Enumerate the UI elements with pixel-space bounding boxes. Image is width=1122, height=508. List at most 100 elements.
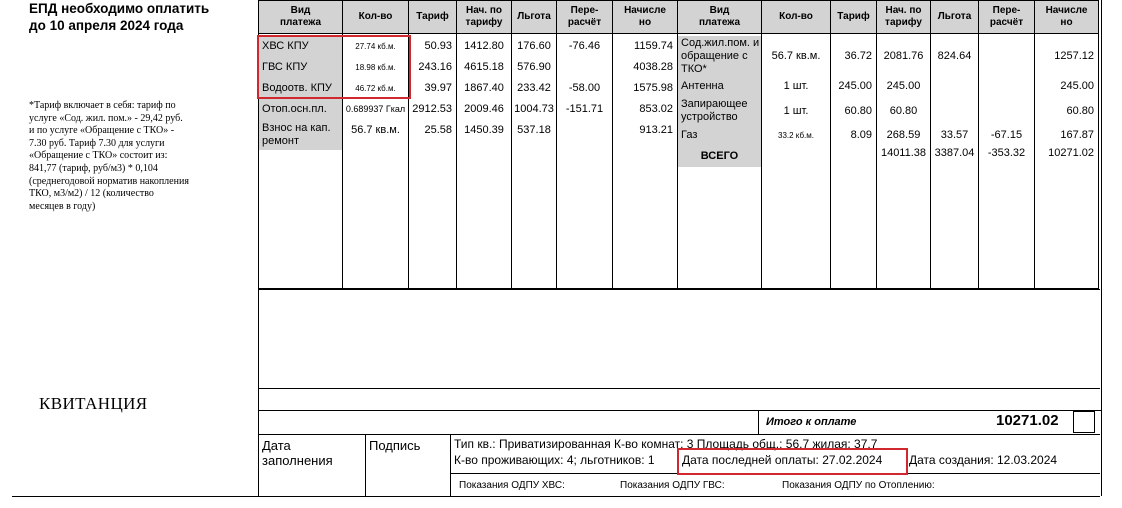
header-row: Вид платежа Кол-во Тариф Нач. по тарифу Ль… xyxy=(258,0,1099,34)
qty-value: 1 шт. xyxy=(783,105,809,117)
signature-label: Подпись xyxy=(369,438,421,453)
qty-value: 0.689937 Гкал xyxy=(345,104,406,114)
due-notice-line-1: ЕПД необходимо оплатить xyxy=(29,1,210,16)
accrued-value: 245.00 xyxy=(1060,80,1094,92)
service-name: Отоп.осн.пл. xyxy=(259,99,342,120)
odpu-heating-label: Показания ОДПУ по Отоплению: xyxy=(782,480,935,491)
header-qty: Кол-во xyxy=(761,0,831,34)
total-recalc: -353.32 xyxy=(987,147,1026,159)
accrued-tariff-value: 1867.40 xyxy=(464,82,504,94)
accrued-tariff-value: 60.80 xyxy=(889,105,918,117)
tariff-value: 8.09 xyxy=(850,129,872,141)
right-accrued-column: 1257.12 245.00 60.80 167.87 10271.02 xyxy=(1034,33,1099,289)
total-discount: 3387.04 xyxy=(934,147,975,159)
discount-value: 824.64 xyxy=(937,50,972,62)
header-accrued-tariff: Нач. по тарифу xyxy=(876,0,931,34)
header-type: Вид платежа xyxy=(677,0,762,34)
header-recalc: Пере-расчёт xyxy=(556,0,613,34)
left-discount-column: 176.60 576.90 233.42 1004.73 537.18 xyxy=(511,33,557,289)
due-notice: ЕПД необходимо оплатить до 10 апреля 202… xyxy=(29,0,209,34)
separator xyxy=(258,289,1100,290)
footnote-line: 841,77 (тариф, руб/м3) * 0,104 xyxy=(29,162,158,174)
footnote-line: месяцев в году) xyxy=(29,200,96,212)
recalc-value: -58.00 xyxy=(568,82,601,94)
left-recalc-column: -76.46 -58.00 -151.71 xyxy=(556,33,613,289)
residents-info: К-во проживающих: 4; льготников: 1 xyxy=(454,453,655,467)
footnote-line: «Обращение с ТКО» состоит из: xyxy=(29,150,168,162)
qty-value: 56.7 кв.м. xyxy=(771,50,821,62)
tariff-value: 39.97 xyxy=(424,82,452,94)
accrued-value: 167.87 xyxy=(1060,129,1094,141)
right-discount-column: 824.64 33.57 3387.04 xyxy=(930,33,979,289)
header-recalc: Пере-расчёт xyxy=(978,0,1035,34)
right-recalc-column: -67.15 -353.32 xyxy=(978,33,1035,289)
right-tariff-column: 36.72 245.00 60.80 8.09 xyxy=(830,33,877,289)
recalc-value: -151.71 xyxy=(565,103,604,115)
header-type: Вид платежа xyxy=(258,0,343,34)
accrued-value: 60.80 xyxy=(1066,105,1094,117)
divider xyxy=(450,434,451,496)
header-accrued: Начисле но xyxy=(612,0,678,34)
accrued-value: 1159.74 xyxy=(634,40,673,52)
left-accrued-column: 1159.74 4038.28 1575.98 853.02 913.21 xyxy=(612,33,678,289)
accrued-tariff-value: 245.00 xyxy=(886,80,921,92)
recalc-value xyxy=(980,97,1034,125)
header-qty: Кол-во xyxy=(342,0,409,34)
footnote-line: *Тариф включает в себя: тариф по xyxy=(29,100,176,111)
discount-value: 33.57 xyxy=(940,129,969,141)
tariff-value: 2912.53 xyxy=(412,103,452,115)
footnote-line: 7.30 руб. Тариф 7.30 для услуги xyxy=(29,137,165,149)
total-to-pay-label: Итого к оплате xyxy=(766,416,857,428)
last-payment-highlight xyxy=(677,448,908,475)
discount-value: 1004.73 xyxy=(514,103,554,115)
tariff-value: 243.16 xyxy=(418,61,452,73)
discount-value xyxy=(932,76,978,97)
qty-value: 56.7 кв.м. xyxy=(351,124,400,136)
header-discount: Льгота xyxy=(930,0,979,34)
recalc-value xyxy=(558,120,612,141)
header-accrued-tariff: Нач. по тарифу xyxy=(456,0,512,34)
header-tariff: Тариф xyxy=(830,0,877,34)
water-services-highlight xyxy=(257,35,411,99)
odpu-gvs-label: Показания ОДПУ ГВС: xyxy=(620,480,725,491)
accrued-value: 913.21 xyxy=(639,124,673,136)
accrued-tariff-value: 4615.18 xyxy=(464,61,504,73)
discount-value: 233.42 xyxy=(517,82,551,94)
service-name: Антенна xyxy=(678,76,761,97)
odpu-hvs-label: Показания ОДПУ ХВС: xyxy=(459,480,565,491)
footnote-line: услуге «Сод. жил. пом.» - 29,42 руб. xyxy=(29,112,183,124)
left-accrued-tariff-column: 1412.80 4615.18 1867.40 2009.46 1450.39 xyxy=(456,33,512,289)
accrued-tariff-value: 1450.39 xyxy=(464,124,504,136)
header-tariff: Тариф xyxy=(408,0,457,34)
accrued-value: 1257.12 xyxy=(1054,50,1094,62)
qty-value: 33.2 кб.м. xyxy=(778,131,814,140)
accrued-value: 4038.28 xyxy=(633,61,673,73)
service-name: Сод.жил.пом. и обращение с ТКО* xyxy=(678,36,761,76)
service-name: Запирающее устройство xyxy=(678,97,761,125)
checkbox-square xyxy=(1073,411,1095,433)
due-notice-line-2: до 10 апреля 2024 года xyxy=(29,18,184,33)
footnote-line: и по услуге «Обращение с ТКО» - xyxy=(29,125,175,137)
discount-value xyxy=(932,97,978,125)
recalc-value: -67.15 xyxy=(990,129,1023,141)
accrued-value: 853.02 xyxy=(639,103,673,115)
accrued-tariff-value: 2081.76 xyxy=(883,50,924,62)
service-name: Газ xyxy=(678,125,761,146)
accrued-tariff-value: 1412.80 xyxy=(464,40,504,52)
header-accrued: Начисле но xyxy=(1034,0,1099,34)
tariff-footnote: *Тариф включает в себя: тариф по услуге … xyxy=(29,100,239,213)
right-qty-column: 56.7 кв.м. 1 шт. 1 шт. 33.2 кб.м. xyxy=(761,33,831,289)
qty-value: 1 шт. xyxy=(783,80,809,92)
right-names-column: Сод.жил.пом. и обращение с ТКО* Антенна … xyxy=(677,33,762,289)
tariff-value: 25.58 xyxy=(424,124,452,136)
bottom-rule xyxy=(12,496,1100,497)
accrued-tariff-value: 2009.46 xyxy=(464,103,504,115)
tariff-value: 60.80 xyxy=(844,105,872,117)
recalc-value xyxy=(558,57,612,78)
discount-value: 537.18 xyxy=(517,124,551,136)
recalc-value: -76.46 xyxy=(568,40,601,52)
accrued-tariff-value: 268.59 xyxy=(886,129,921,141)
footnote-line: ТКО, м3/м2) / 12 (количество xyxy=(29,188,154,200)
divider xyxy=(365,434,366,496)
discount-value: 176.60 xyxy=(517,40,551,52)
